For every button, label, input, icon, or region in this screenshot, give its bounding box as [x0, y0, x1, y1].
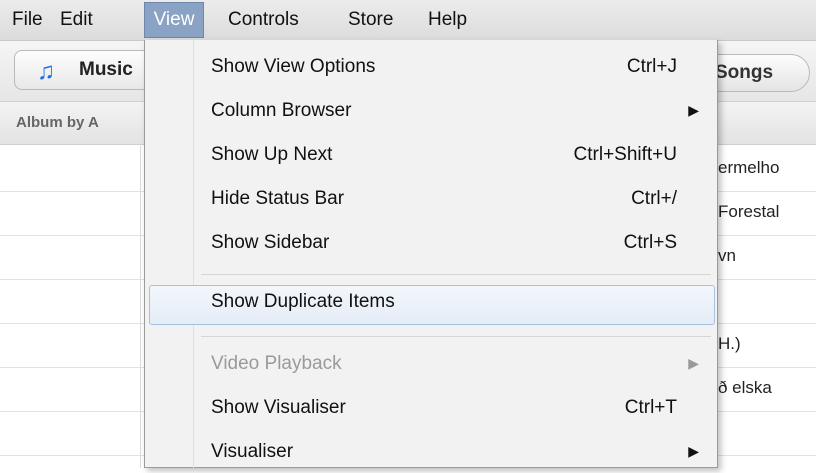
- menu-item-video-playback: Video Playback ▶: [145, 345, 717, 385]
- menu-item-label: Show Visualiser: [211, 397, 346, 418]
- table-cell: ermelho: [718, 158, 780, 177]
- menu-item-show-view-options[interactable]: Show View Options Ctrl+J: [145, 48, 717, 88]
- menu-item-label: Show Up Next: [211, 144, 333, 165]
- menu-item-shortcut: Ctrl+/: [631, 188, 677, 209]
- menu-item-hide-status-bar[interactable]: Hide Status Bar Ctrl+/: [145, 180, 717, 220]
- menu-controls[interactable]: Controls: [228, 0, 299, 40]
- menu-item-label: Column Browser: [211, 100, 352, 121]
- menu-item-label: Show Duplicate Items: [211, 291, 395, 312]
- menu-item-show-duplicate-items[interactable]: Show Duplicate Items: [145, 283, 717, 325]
- music-note-icon: ♫: [37, 58, 55, 85]
- menu-view[interactable]: View: [144, 2, 204, 38]
- menu-item-show-up-next[interactable]: Show Up Next Ctrl+Shift+U: [145, 136, 717, 176]
- menu-item-visualiser[interactable]: Visualiser ▶: [145, 433, 717, 473]
- submenu-arrow-icon: ▶: [688, 102, 699, 118]
- menu-item-shortcut: Ctrl+T: [624, 397, 677, 418]
- menu-edit[interactable]: Edit: [60, 0, 93, 40]
- menu-item-label: Visualiser: [211, 441, 294, 462]
- menu-file[interactable]: File: [12, 0, 43, 40]
- menu-bar: File Edit View Controls Store Help: [0, 0, 816, 41]
- menu-separator: [201, 274, 711, 275]
- menu-item-show-sidebar[interactable]: Show Sidebar Ctrl+S: [145, 224, 717, 264]
- menu-help[interactable]: Help: [428, 0, 467, 40]
- menu-item-label: Show Sidebar: [211, 232, 330, 253]
- view-menu-dropdown: Show View Options Ctrl+J Column Browser …: [144, 40, 718, 468]
- source-label: Music: [79, 59, 133, 80]
- songs-label: Songs: [715, 62, 774, 83]
- submenu-arrow-icon: ▶: [688, 355, 699, 371]
- column-header-album[interactable]: Album by A: [16, 114, 99, 131]
- table-cell: Forestal: [718, 202, 780, 221]
- menu-separator: [201, 336, 711, 337]
- table-cell: H.): [718, 334, 741, 353]
- menu-item-column-browser[interactable]: Column Browser ▶: [145, 92, 717, 132]
- menu-item-label: Show View Options: [211, 56, 376, 77]
- table-cell: ð elska: [718, 378, 772, 397]
- menu-item-shortcut: Ctrl+S: [623, 232, 677, 253]
- menu-item-shortcut: Ctrl+J: [626, 56, 677, 77]
- menu-store[interactable]: Store: [348, 0, 393, 40]
- table-cell: vn: [718, 246, 736, 265]
- menu-item-shortcut: Ctrl+Shift+U: [573, 144, 677, 165]
- menu-item-label: Video Playback: [211, 353, 342, 374]
- menu-item-label: Hide Status Bar: [211, 188, 345, 209]
- menu-item-show-visualiser[interactable]: Show Visualiser Ctrl+T: [145, 389, 717, 429]
- submenu-arrow-icon: ▶: [688, 443, 699, 459]
